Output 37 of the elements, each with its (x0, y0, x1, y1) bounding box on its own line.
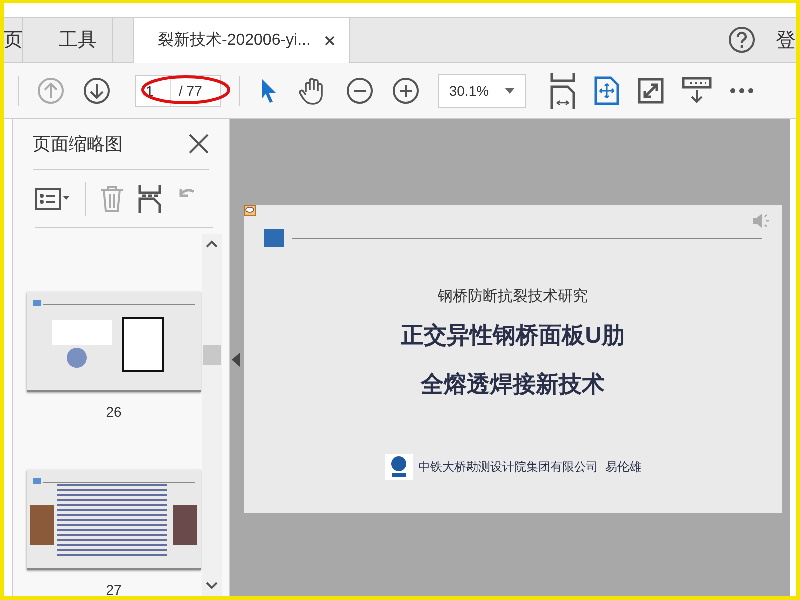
keyboard-down-icon[interactable] (682, 76, 712, 104)
fit-width-icon[interactable] (550, 72, 576, 108)
tab[interactable]: 工具 (23, 18, 113, 62)
close-icon[interactable] (324, 36, 335, 46)
panel-title: 页面缩略图 (33, 133, 123, 156)
scrollbar[interactable] (202, 234, 222, 596)
slide-subtitle: 钢桥防断抗裂技术研究 (438, 287, 588, 306)
page-total: / 77 (178, 82, 204, 100)
fit-page-icon[interactable] (594, 76, 620, 106)
scroll-up-icon[interactable] (206, 240, 218, 248)
more-icon[interactable] (730, 88, 754, 94)
scroll-down-icon[interactable] (206, 582, 218, 590)
page-thumbnail[interactable] (27, 292, 201, 392)
speaker-icon (752, 213, 770, 229)
page-thumbnail[interactable] (27, 470, 201, 570)
slide-author: 中铁大桥勘测设计院集团有限公司 易伦雄 (418, 458, 642, 476)
scroll-thumb[interactable] (203, 345, 221, 365)
caret-icon (505, 88, 516, 94)
sign-in-label[interactable]: 登 (776, 26, 796, 54)
insert-page-icon[interactable] (138, 184, 162, 212)
zoom-out-icon[interactable] (346, 76, 374, 104)
collapse-arrow-icon[interactable] (232, 353, 240, 367)
slide-title: 正交异性钢桥面板U肋 (401, 321, 625, 350)
zoom-dropdown[interactable]: 30.1% (438, 74, 526, 108)
comment-icon[interactable] (244, 205, 256, 216)
tab[interactable]: 页 (4, 18, 23, 62)
help-icon[interactable] (728, 26, 756, 54)
company-logo-icon (384, 454, 413, 480)
page-number-label: 26 (106, 404, 122, 420)
close-icon[interactable] (189, 134, 209, 154)
logo-icon (264, 229, 284, 247)
zoom-in-icon[interactable] (392, 76, 420, 104)
tab[interactable]: 裂新技术-202006-yi... (133, 18, 350, 63)
page-number-label: 27 (106, 582, 122, 596)
slide-title: 全熔透焊接新技术 (421, 370, 605, 399)
full-screen-icon[interactable] (638, 78, 664, 104)
options-menu-icon[interactable] (35, 188, 71, 210)
